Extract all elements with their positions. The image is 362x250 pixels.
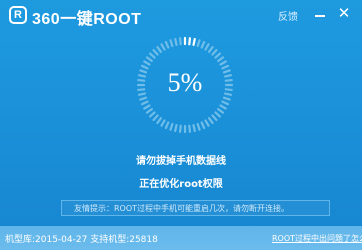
root-tool-window: R 360一键ROOT 反馈 ✕ 5% 请勿拔掉手机数据线 正在优化root权限… (0, 0, 362, 250)
progress-segment-track (174, 37, 178, 46)
progress-segment-track (156, 45, 163, 53)
status-progress-text: 正在优化root权限 (139, 179, 223, 190)
progress-segment-track (207, 45, 214, 53)
progress-segment-track (169, 122, 174, 131)
progress-segment-track (217, 56, 225, 63)
progress-segment-track (211, 48, 218, 56)
progress-segment-track (174, 124, 178, 133)
progress-segment-track (214, 52, 222, 59)
progress-segment-track (178, 124, 182, 133)
progress-percent: 5% (167, 68, 203, 97)
progress-segment-track (143, 104, 151, 110)
progress-segment-track (148, 52, 156, 59)
progress-segment-track (152, 114, 159, 122)
progress-segment-track (204, 43, 210, 51)
progress-segment-track (156, 117, 163, 125)
progress-segment-track (204, 119, 210, 127)
progress-segment-track (145, 56, 153, 63)
title-bar[interactable]: R 360一键ROOT 反馈 ✕ (0, 0, 362, 30)
progress-segment-track (152, 48, 159, 56)
progress-segment-track (214, 111, 222, 118)
progress-segment-track (145, 107, 153, 114)
minimize-icon[interactable] (314, 8, 326, 20)
app-title: 360一键ROOT (32, 11, 142, 28)
progress-segment-track (143, 60, 151, 66)
status-warning-text: 请勿拔掉手机数据线 (136, 156, 226, 167)
footer-bar: 机型库:2015-04-27 支持机型:25818 ROOT过程中出问题了怎么办 (0, 226, 362, 250)
progress-segment-track (219, 104, 227, 110)
progress-segment-track (200, 121, 206, 130)
close-icon[interactable]: ✕ (336, 5, 352, 21)
progress-segment-filled (192, 37, 196, 46)
device-database-info: 机型库:2015-04-27 支持机型:25818 (5, 235, 158, 245)
progress-segment-filled (188, 37, 192, 46)
progress-segment-track (196, 122, 201, 131)
progress-segment-track (148, 111, 156, 118)
progress-segment-track (200, 40, 206, 49)
progress-segment-track (211, 114, 218, 122)
progress-segment-track (160, 119, 166, 127)
progress-segment-track (164, 40, 170, 49)
feedback-link[interactable]: 反馈 (278, 8, 298, 23)
progress-segment-track (140, 100, 149, 106)
tip-notice: 友情提示：ROOT过程中手机可能重启几次，请勿断开连接。 (61, 200, 330, 216)
help-link[interactable]: ROOT过程中出问题了怎么办 (272, 233, 362, 244)
progress-segment-track (160, 43, 166, 51)
progress-segment-track (217, 107, 225, 114)
progress-segment-track (196, 39, 201, 48)
progress-segment-track (207, 117, 214, 125)
progress-segment-track (188, 124, 192, 133)
progress-segment-track (164, 121, 170, 130)
app-logo-icon: R (9, 6, 27, 24)
progress-segment-track (178, 37, 182, 46)
progress-segment-track (219, 60, 227, 66)
progress-segment-track (221, 100, 230, 106)
progress-segment-track (192, 124, 196, 133)
progress-segment-track (169, 39, 174, 48)
